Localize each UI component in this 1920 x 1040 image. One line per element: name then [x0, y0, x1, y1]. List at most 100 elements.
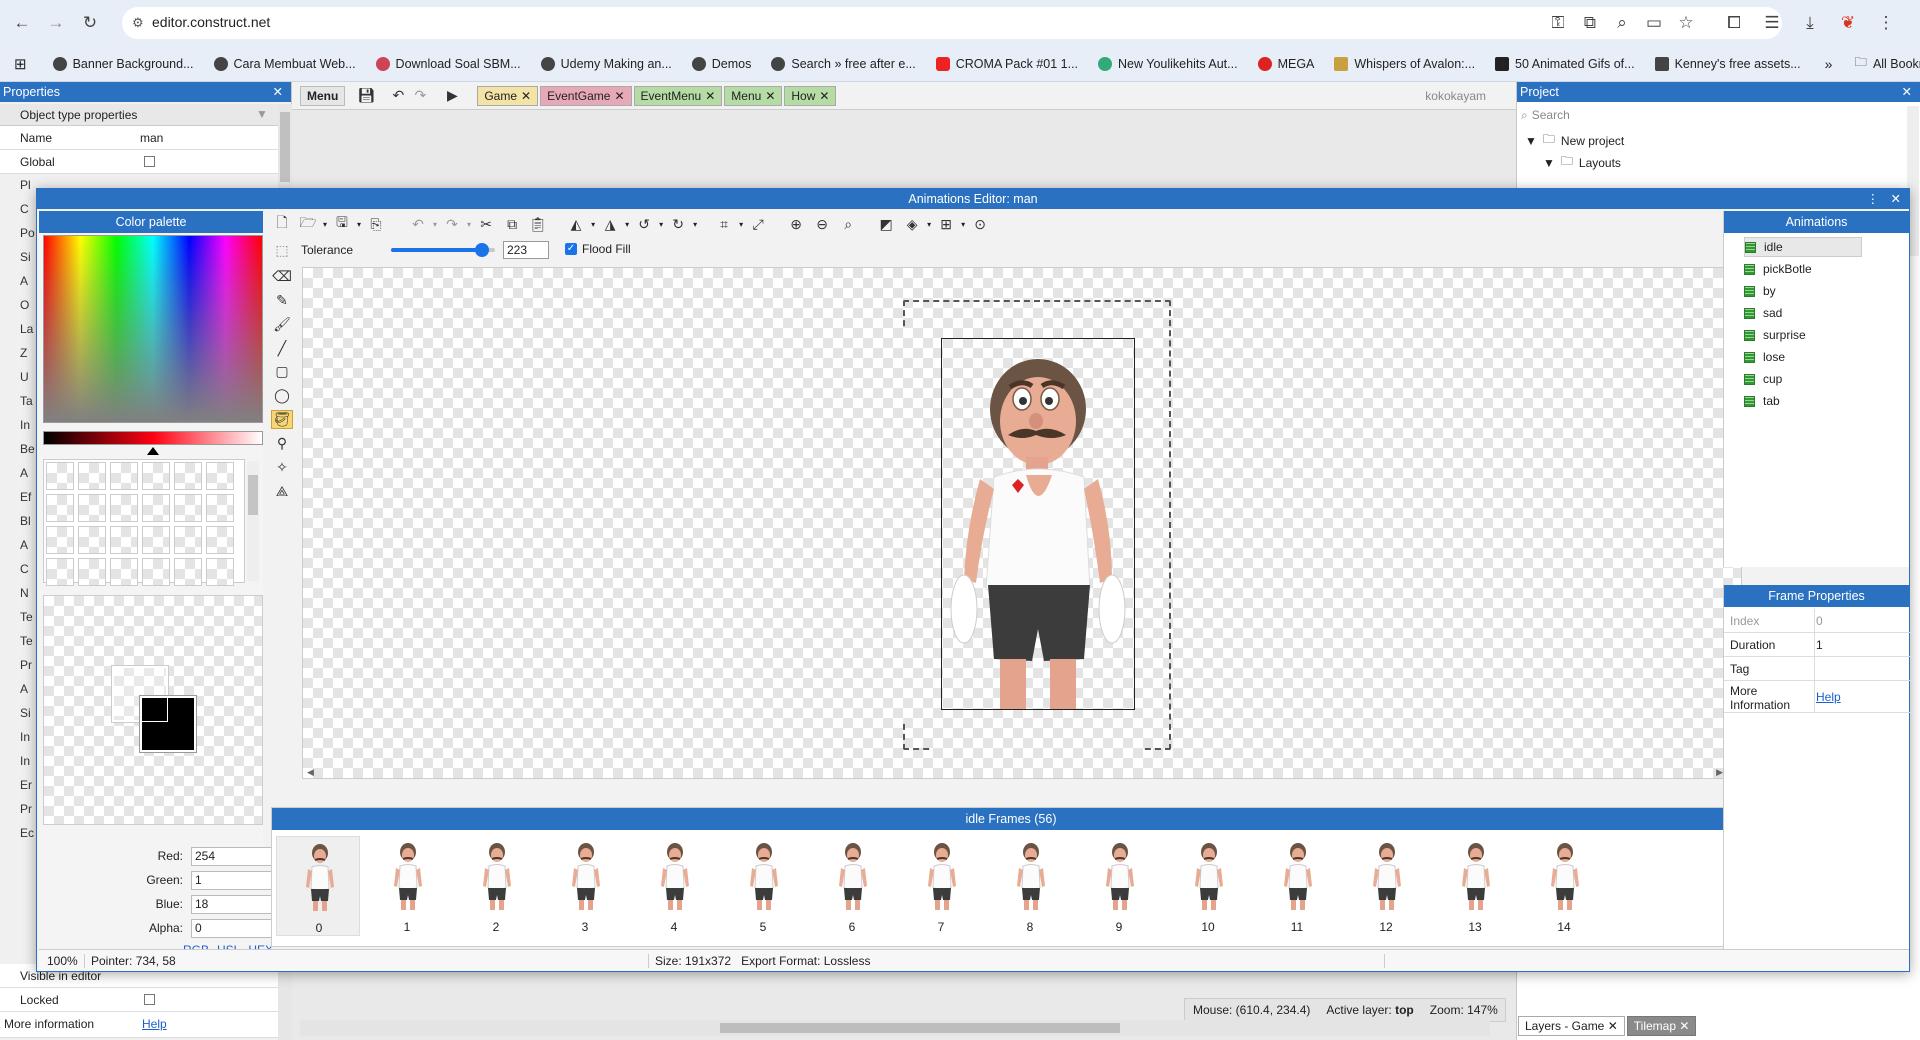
dropdown-icon[interactable]: ▾ [591, 220, 595, 229]
tab-menu[interactable]: Menu ✕ [724, 85, 783, 106]
tolerance-input[interactable]: 223 [503, 241, 549, 259]
close-icon[interactable]: ✕ [1608, 1019, 1618, 1033]
dropdown-icon[interactable]: ▾ [659, 220, 663, 229]
tab-tilemap[interactable]: Tilemap ✕ [1626, 1016, 1697, 1036]
color-swatch[interactable] [78, 494, 106, 522]
tab-how[interactable]: How ✕ [784, 85, 837, 106]
open-icon[interactable]: 🗁 [297, 213, 319, 235]
color-swatch[interactable] [46, 526, 74, 554]
global-checkbox[interactable] [144, 156, 155, 167]
ellipse-icon[interactable]: ◯ [271, 386, 293, 405]
project-search[interactable]: ⌕ Search [1521, 106, 1901, 124]
undo-icon[interactable]: ↶ [387, 85, 409, 107]
property-row[interactable]: Name man [0, 126, 278, 150]
bookmark[interactable]: New Youlikehits Aut... [1098, 56, 1238, 71]
site-info-icon[interactable]: ⚙ [132, 15, 144, 31]
shade-bar[interactable] [43, 431, 263, 445]
origin-point-icon[interactable]: ✧ [271, 458, 293, 477]
dropdown-icon[interactable]: ▾ [625, 220, 629, 229]
color-spectrum[interactable] [43, 235, 263, 423]
color-swatch[interactable] [174, 558, 202, 586]
color-swatch[interactable] [142, 558, 170, 586]
animation-item[interactable]: lose [1744, 347, 1864, 367]
property-section[interactable]: Object type properties ▼ [0, 104, 278, 126]
rectangle-icon[interactable]: ▢ [271, 363, 293, 382]
animation-item[interactable]: pickBotle [1744, 259, 1864, 279]
dropdown-icon[interactable]: ▾ [693, 220, 697, 229]
bookmark[interactable]: MEGA [1257, 56, 1314, 71]
tolerance-slider[interactable] [391, 239, 495, 261]
shade-marker-icon[interactable] [147, 447, 159, 455]
frame-prop-row[interactable]: More Information Help [1724, 681, 1912, 713]
color-swatch[interactable] [206, 494, 234, 522]
frame-thumbnail[interactable]: 5 [721, 836, 805, 936]
frame-thumbnail[interactable]: 10 [1166, 836, 1250, 936]
tree-node[interactable]: ▼ 🗀 New project [1525, 130, 1624, 151]
forward-icon[interactable]: → [42, 9, 70, 37]
color-swatch[interactable] [174, 462, 202, 490]
frame-prop-row[interactable]: Tag [1724, 657, 1912, 681]
color-swatch[interactable] [46, 558, 74, 586]
slider-knob[interactable] [474, 243, 489, 257]
new-icon[interactable]: 🗋 [271, 213, 293, 235]
swatch-scrollbar[interactable] [247, 461, 259, 581]
frame-thumbnail[interactable]: 11 [1255, 836, 1339, 936]
preview-icon[interactable]: ⊙ [969, 213, 991, 235]
password-key-icon[interactable]: ⚿ [1544, 9, 1572, 37]
grid-icon[interactable]: ⊞ [935, 213, 957, 235]
save-icon[interactable]: 💾︎ [355, 85, 377, 107]
color-swatch[interactable] [110, 494, 138, 522]
redo-icon[interactable]: ↷ [441, 213, 463, 235]
frame-thumbnail[interactable]: 12 [1344, 836, 1428, 936]
flip-vertical-icon[interactable]: ◮ [599, 213, 621, 235]
color-swatch[interactable] [142, 526, 170, 554]
extensions-icon[interactable]: ⧠ [1720, 9, 1748, 37]
export-icon[interactable]: ⎘ [365, 213, 387, 235]
bookmark[interactable]: CROMA Pack #01 1... [935, 56, 1078, 71]
color-swatch[interactable] [78, 526, 106, 554]
property-row[interactable]: Locked [0, 988, 278, 1012]
address-bar[interactable] [122, 7, 1782, 39]
frame-prop-row[interactable]: Duration 1 [1724, 633, 1912, 657]
dropdown-icon[interactable]: ▾ [961, 220, 965, 229]
help-link[interactable]: Help [142, 1017, 167, 1031]
resize-icon[interactable]: ⤢ [747, 213, 769, 235]
image-canvas[interactable]: ▲ ▼ ◀ ▶ [302, 267, 1742, 779]
animation-item[interactable]: idle [1744, 237, 1862, 257]
frame-thumbnail[interactable]: 2 [454, 836, 538, 936]
frame-thumbnail[interactable]: 13 [1433, 836, 1517, 936]
close-icon[interactable]: ✕ [521, 87, 531, 105]
close-icon[interactable]: ✕ [273, 82, 283, 102]
scrollbar-thumb[interactable] [720, 1023, 1120, 1033]
all-bookmarks[interactable]: 🗀All Bookmarks [1854, 53, 1920, 74]
frame-thumbnail[interactable]: 4 [632, 836, 716, 936]
menu-kebab-icon[interactable]: ⋮ [1872, 9, 1900, 37]
cut-icon[interactable]: ✂ [475, 213, 497, 235]
save-icon[interactable]: 🖫 [331, 213, 353, 235]
frame-thumbnail[interactable]: 8 [988, 836, 1072, 936]
bookmark[interactable]: Download Soal SBM... [375, 56, 521, 71]
animation-item[interactable]: tab [1744, 391, 1864, 411]
frame-thumbnail[interactable]: 14 [1522, 836, 1606, 936]
frame-thumbnail[interactable]: 9 [1077, 836, 1161, 936]
color-swatch[interactable] [206, 462, 234, 490]
layers-icon[interactable]: ◈ [901, 213, 923, 235]
animation-item[interactable]: by [1744, 281, 1864, 301]
rotate-cw-icon[interactable]: ↻ [667, 213, 689, 235]
color-swatch[interactable] [206, 558, 234, 586]
color-swatch[interactable] [142, 494, 170, 522]
play-icon[interactable]: ▶ [441, 85, 463, 107]
animation-item[interactable]: surprise [1744, 325, 1864, 345]
flip-horizontal-icon[interactable]: ◭ [565, 213, 587, 235]
color-swatch[interactable] [174, 494, 202, 522]
redo-icon[interactable]: ↷ [409, 85, 431, 107]
color-picker-icon[interactable]: ⚲ [271, 434, 293, 453]
color-swatch[interactable] [110, 526, 138, 554]
layout-hscrollbar[interactable] [300, 1020, 1490, 1036]
color-swatch[interactable] [206, 526, 234, 554]
more-bookmarks-icon[interactable]: » [1825, 56, 1833, 72]
background-toggle-icon[interactable]: ◩ [875, 213, 897, 235]
dropdown-icon[interactable]: ▾ [433, 220, 437, 229]
frame-thumbnail[interactable]: 7 [899, 836, 983, 936]
bookmark[interactable]: Demos [691, 56, 751, 71]
